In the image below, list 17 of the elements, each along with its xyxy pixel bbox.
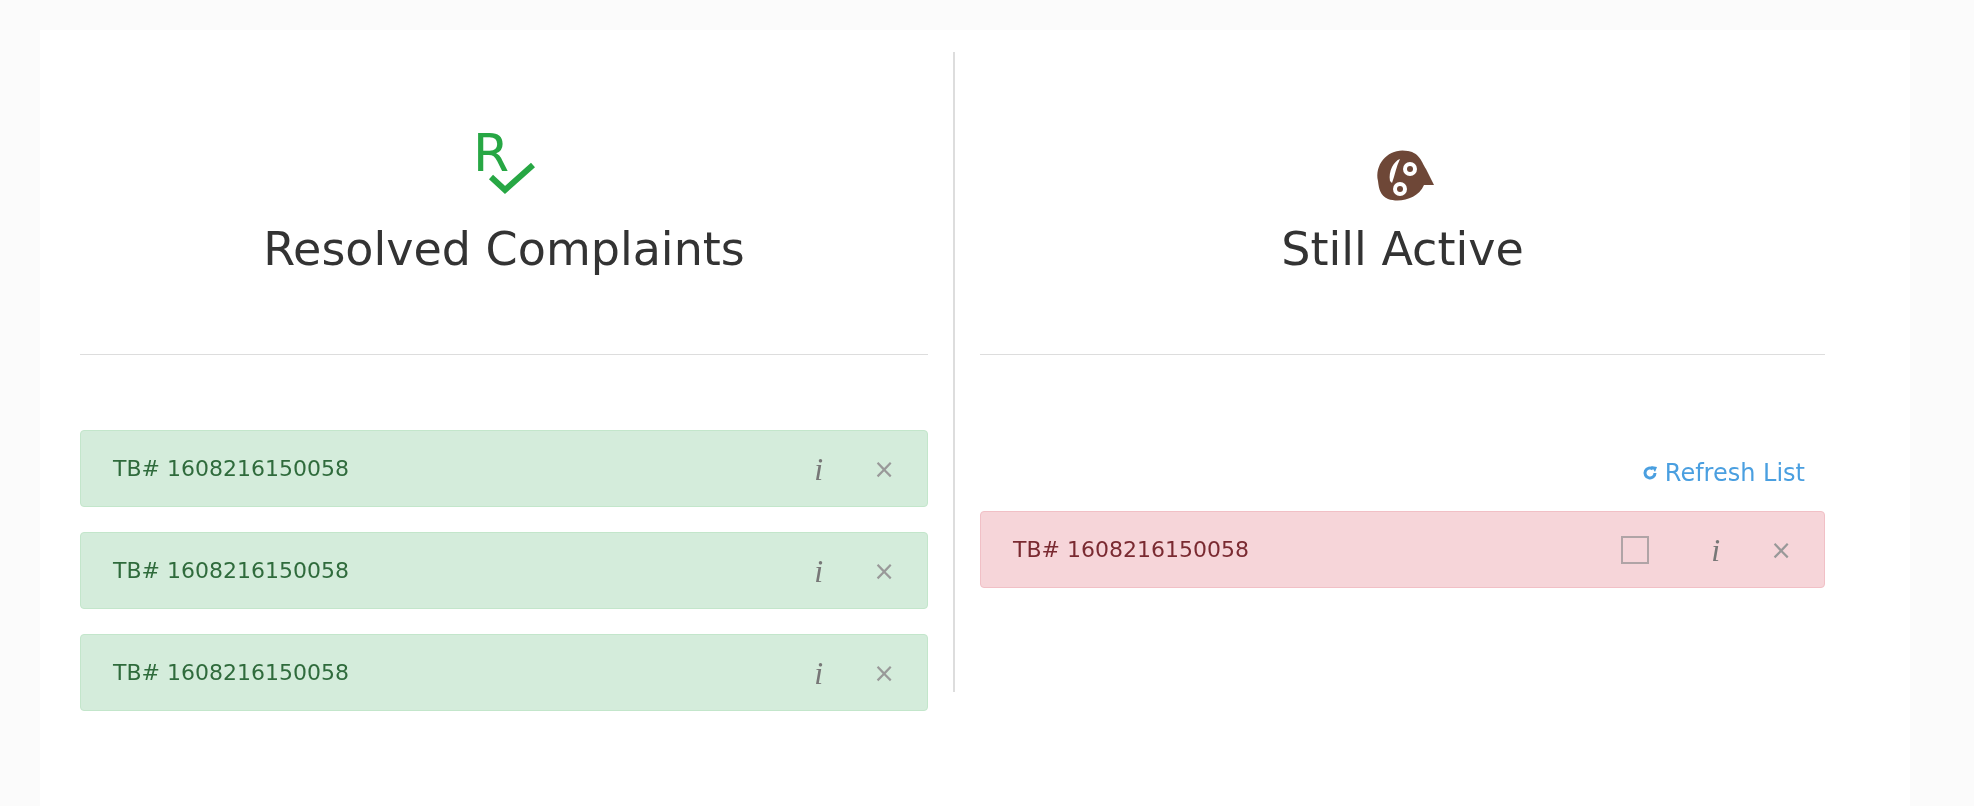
info-button[interactable]: i xyxy=(814,656,824,689)
ticket-number: TB# 1608216150058 xyxy=(113,455,350,483)
logo-letter: R xyxy=(473,127,510,179)
close-button[interactable]: × xyxy=(873,659,895,686)
info-button[interactable]: i xyxy=(814,452,824,485)
refresh-link[interactable]: Refresh List xyxy=(1640,455,1805,491)
info-button[interactable]: i xyxy=(1711,533,1721,566)
ticket-number: TB# 1608216150058 xyxy=(1013,536,1250,564)
section-title: Still Active xyxy=(1280,221,1525,278)
checkbox[interactable] xyxy=(1621,535,1650,564)
info-button[interactable]: i xyxy=(814,554,824,587)
close-button[interactable]: × xyxy=(1770,536,1792,563)
close-button[interactable]: × xyxy=(873,557,895,584)
ticket-number: TB# 1608216150058 xyxy=(113,557,350,585)
section-title: Resolved Complaints xyxy=(262,221,746,278)
close-button[interactable]: × xyxy=(873,455,895,482)
ticket-number: TB# 1608216150058 xyxy=(113,659,350,687)
